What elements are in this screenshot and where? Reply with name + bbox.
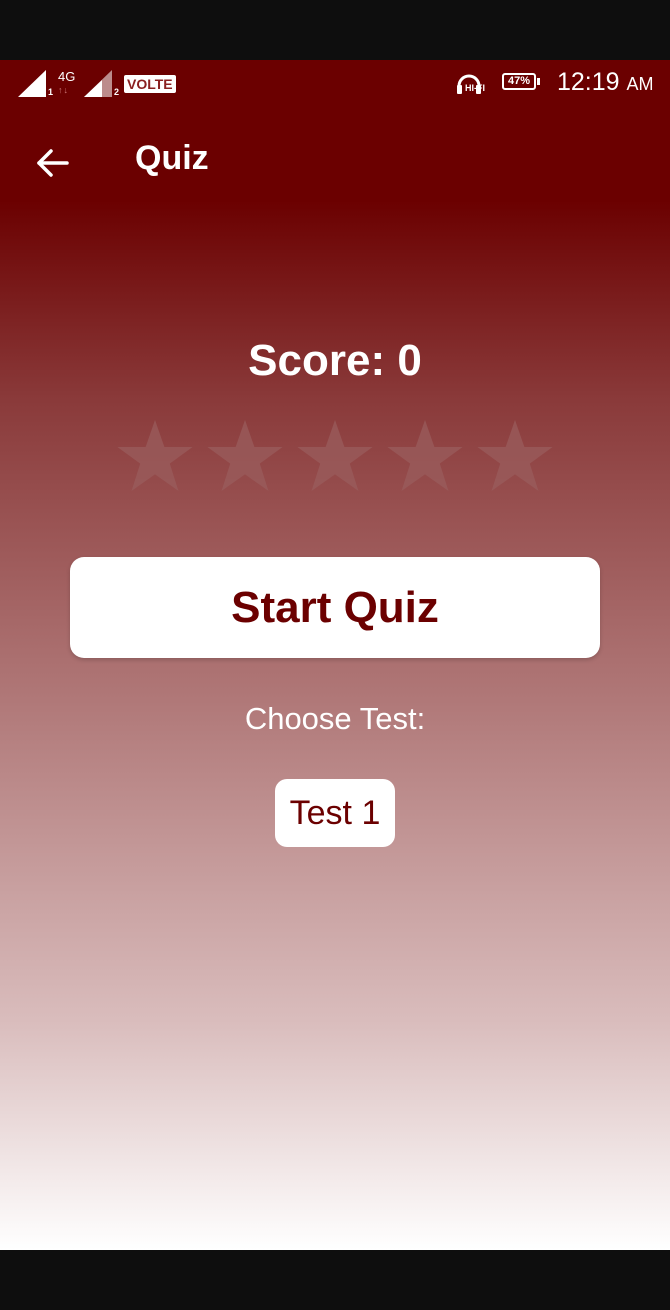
status-bar: 1 4G ↑↓ 2 VOLTE HI-FI 47% 12:19 AM: [0, 60, 670, 108]
top-bezel: [0, 0, 670, 60]
signal-sim2-icon: [84, 70, 112, 97]
clock: 12:19 AM: [557, 68, 654, 97]
clock-time: 12:19: [557, 68, 620, 96]
test-option-button[interactable]: Test 1: [275, 779, 395, 847]
arrow-left-icon: [37, 149, 69, 177]
clock-ampm: AM: [626, 74, 654, 94]
battery-percent: 47%: [507, 75, 531, 87]
page-title: Quiz: [135, 139, 209, 177]
back-button[interactable]: [26, 136, 80, 190]
sim2-slot-label: 2: [114, 87, 120, 97]
battery-icon: 47%: [502, 73, 536, 90]
phone-screen: 1 4G ↑↓ 2 VOLTE HI-FI 47% 12:19 AM Quiz …: [0, 0, 670, 1310]
battery-tip: [537, 78, 540, 85]
star-icon: [117, 420, 193, 491]
start-quiz-button[interactable]: Start Quiz: [70, 557, 600, 658]
star-icon: [477, 420, 553, 491]
network-type-label: 4G: [58, 69, 76, 84]
signal-sim1-icon: [18, 70, 46, 97]
bottom-bezel: [0, 1250, 670, 1310]
star-icon: [297, 420, 373, 491]
hifi-label: HI-FI: [465, 83, 485, 93]
score-text: Score: 0: [248, 336, 422, 385]
star-icon: [207, 420, 283, 491]
quiz-screen: 1 4G ↑↓ 2 VOLTE HI-FI 47% 12:19 AM Quiz …: [0, 60, 670, 1250]
sim1-slot-label: 1: [48, 87, 54, 97]
data-activity-icon: ↑↓: [58, 85, 69, 95]
choose-test-label: Choose Test:: [244, 701, 426, 736]
star-icon: [387, 420, 463, 491]
volte-badge: VOLTE: [124, 75, 176, 93]
star-rating: [115, 418, 555, 496]
